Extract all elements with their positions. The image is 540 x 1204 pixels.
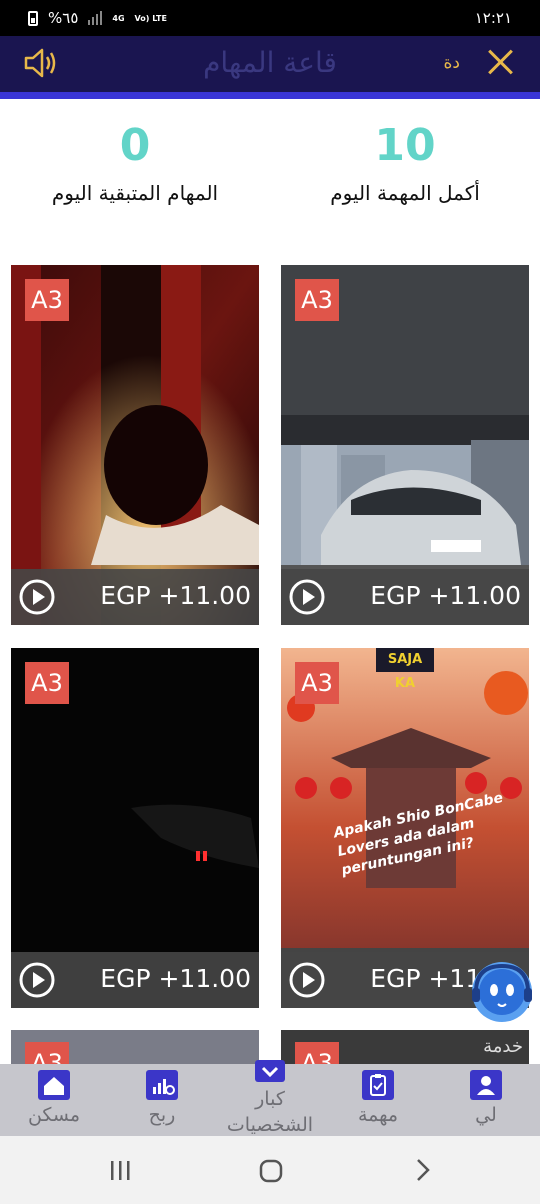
bottom-nav: مسكن ربح كبار الشخصيات مهمة لي bbox=[0, 1060, 540, 1136]
reward-bar: EGP +11.00 bbox=[11, 952, 259, 1008]
service-label: خدمة bbox=[483, 1036, 523, 1057]
level-badge: A3 bbox=[295, 279, 339, 321]
nav-home[interactable]: مسكن bbox=[9, 1070, 99, 1126]
nav-vip[interactable]: كبار الشخصيات bbox=[225, 1060, 315, 1138]
task-card[interactable]: A3 EGP +11.00 bbox=[281, 265, 529, 625]
remaining-label: المهام المتبقية اليوم bbox=[51, 181, 219, 205]
completed-tasks-stat: 10 أكمل المهمة اليوم bbox=[270, 120, 540, 205]
battery-percent: %٦٥ bbox=[48, 9, 79, 27]
chart-icon bbox=[146, 1070, 178, 1100]
clipboard-icon bbox=[362, 1070, 394, 1100]
recents-icon[interactable] bbox=[108, 1156, 134, 1184]
play-icon[interactable] bbox=[289, 579, 325, 615]
nav-label: لي bbox=[475, 1104, 497, 1126]
nav-task[interactable]: مهمة bbox=[333, 1070, 423, 1126]
user-icon bbox=[470, 1070, 502, 1100]
reward-amount: EGP +11.00 bbox=[100, 581, 251, 610]
home-icon bbox=[38, 1070, 70, 1100]
nav-me[interactable]: لي bbox=[441, 1070, 531, 1126]
completed-label: أكمل المهمة اليوم bbox=[330, 181, 480, 205]
status-bar: %٦٥ 4G Vo) LTE ١٢:٢١ bbox=[0, 0, 540, 36]
remaining-tasks-stat: 0 المهام المتبقية اليوم bbox=[0, 120, 270, 205]
play-icon[interactable] bbox=[289, 962, 325, 998]
vip-icon bbox=[255, 1060, 285, 1082]
reward-amount: EGP +11.00 bbox=[370, 581, 521, 610]
header-accent-line bbox=[0, 92, 540, 99]
level-badge: A3 bbox=[25, 279, 69, 321]
reward-amount: EGP +11.00 bbox=[100, 964, 251, 993]
support-agent-icon[interactable] bbox=[468, 958, 536, 1026]
task-card[interactable]: A3 EGP +11.00 bbox=[11, 265, 259, 625]
level-badge: A3 bbox=[25, 662, 69, 704]
task-card[interactable]: A3 EGP +11.00 bbox=[11, 648, 259, 1008]
completed-count: 10 bbox=[374, 120, 436, 171]
clock: ١٢:٢١ bbox=[474, 9, 512, 27]
task-stats: 0 المهام المتبقية اليوم 10 أكمل المهمة ا… bbox=[0, 120, 540, 230]
reward-bar: EGP +11.00 bbox=[11, 569, 259, 625]
nav-label: ربح bbox=[148, 1104, 176, 1126]
play-icon[interactable] bbox=[19, 579, 55, 615]
remaining-count: 0 bbox=[119, 120, 151, 171]
nav-label: مهمة bbox=[357, 1104, 399, 1126]
home-circle-icon[interactable] bbox=[258, 1156, 284, 1184]
reward-bar: EGP +11.00 bbox=[281, 569, 529, 625]
level-badge: A3 bbox=[295, 662, 339, 704]
play-icon[interactable] bbox=[19, 962, 55, 998]
battery-icon bbox=[28, 10, 38, 26]
nav-label: مسكن bbox=[27, 1104, 81, 1126]
sponsor-logo: SAJA KA bbox=[376, 648, 434, 691]
signal-icon bbox=[88, 11, 103, 25]
task-card[interactable]: SAJA KA Apakah Shio BonCabe Lovers ada d… bbox=[281, 648, 529, 1008]
volte-label: Vo) LTE bbox=[134, 13, 167, 23]
nav-label: كبار الشخصيات bbox=[226, 1088, 314, 1136]
header-side-label: دة bbox=[443, 53, 460, 73]
network-label: 4G bbox=[112, 13, 125, 23]
system-nav-bar bbox=[0, 1136, 540, 1204]
nav-earn[interactable]: ربح bbox=[117, 1070, 207, 1126]
back-chevron-icon[interactable] bbox=[410, 1156, 436, 1184]
close-icon[interactable] bbox=[486, 48, 514, 76]
app-header: قاعة المهام دة bbox=[0, 36, 540, 99]
